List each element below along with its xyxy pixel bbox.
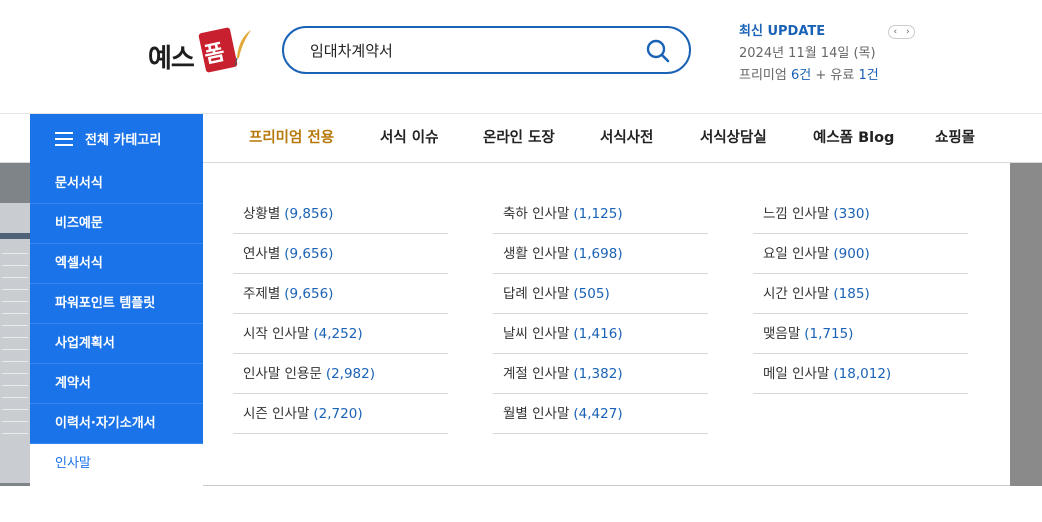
submenu-label: 시간 인사말 [763,286,830,302]
submenu-item[interactable]: 월별 인사말 (4,427) [493,394,708,434]
submenu-label: 날씨 인사말 [503,326,570,342]
background-page-right [1010,163,1042,486]
submenu-label: 시작 인사말 [243,326,310,342]
update-title: 최신 UPDATE [739,24,826,39]
submenu-label: 인사말 인용문 [243,366,322,382]
hamburger-menu-icon [55,131,73,146]
submenu-count: (1,125) [573,206,623,222]
submenu-count: (1,715) [804,326,854,342]
latest-update[interactable]: 최신 UPDATE 2024년 11월 14일 (목) 프리미엄 6건 + 유료… [739,22,979,86]
sidebar-item-greetings[interactable]: 인사말 [30,444,203,486]
submenu-label: 축하 인사말 [503,206,570,222]
submenu-panel: 상황별 (9,856) 연사별 (9,656) 주제별 (9,656) 시작 인사말(… [203,163,1010,486]
submenu-column-2: 축하 인사말 (1,125) 생활 인사말 (1,698) 답례 인사말 (505) … [493,194,708,434]
submenu-count: (4,252) [313,326,363,342]
submenu-count: (505) [573,286,610,302]
submenu-item[interactable]: 계절 인사말 (1,382) [493,354,708,394]
submenu-label: 상황별 [243,206,281,222]
submenu-item[interactable]: 연사별 (9,656) [233,234,448,274]
submenu-item[interactable]: 시즌 인사말 (2,720) [233,394,448,434]
nav-form-consult[interactable]: 서식상담실 [700,114,767,163]
sidebar-item-powerpoint[interactable]: 파워포인트 템플릿 [30,284,203,324]
update-pager: ‹ › [888,25,915,39]
submenu-count: (1,382) [573,366,623,382]
chevron-right-icon[interactable]: › [902,26,915,38]
site-logo[interactable]: 예스 폼 [148,27,254,76]
submenu-label: 요일 인사말 [763,246,830,262]
submenu-label: 주제별 [243,286,281,302]
submenu-count: (1,698) [573,246,623,262]
sidebar-item-contract[interactable]: 계약서 [30,364,203,404]
submenu-item[interactable]: 축하 인사말 (1,125) [493,194,708,234]
submenu-count: (1,416) [573,326,623,342]
submenu-item[interactable]: 맺음말 (1,715) [753,314,968,354]
quill-pen-icon [234,30,251,67]
logo-text: 예스 [148,44,195,74]
nav-premium[interactable]: 프리미엄 전용 [249,114,334,163]
nav-online-stamp[interactable]: 온라인 도장 [483,114,555,163]
submenu-label: 답례 인사말 [503,286,570,302]
sidebar-item-biz-examples[interactable]: 비즈예문 [30,204,203,244]
submenu-label: 월별 인사말 [503,406,570,422]
submenu-item[interactable]: 메일 인사말 (18,012) [753,354,968,394]
submenu-count: (4,427) [573,406,623,422]
background-page-left [0,163,30,486]
nav-blog[interactable]: 예스폼 Blog [813,114,894,163]
submenu-item[interactable]: 상황별 (9,856) [233,194,448,234]
update-paid-count: 1건 [858,68,879,83]
submenu-count: (185) [833,286,870,302]
site-header: 예스 폼 최신 UPDATE 2024년 11월 14일 (목) 프리미엄 6건… [0,0,1042,114]
submenu-column-1: 상황별 (9,856) 연사별 (9,656) 주제별 (9,656) 시작 인사말(… [233,194,448,434]
submenu-item[interactable]: 시작 인사말 (4,252) [233,314,448,354]
search-icon[interactable] [645,38,671,64]
submenu-item[interactable]: 느낌 인사말 (330) [753,194,968,234]
update-count-prefix: 프리미엄 [739,68,791,83]
submenu-label: 계절 인사말 [503,366,570,382]
submenu-label: 시즌 인사말 [243,406,310,422]
update-date: 2024년 11월 14일 (목) [739,46,876,61]
nav-form-issue[interactable]: 서식 이슈 [380,114,438,163]
submenu-label: 메일 인사말 [763,366,830,382]
submenu-item[interactable]: 날씨 인사말 (1,416) [493,314,708,354]
update-count-mid: + 유료 [811,68,859,83]
submenu-item[interactable]: 생활 인사말 (1,698) [493,234,708,274]
submenu-item[interactable]: 요일 인사말 (900) [753,234,968,274]
main-nav: 전체 카테고리 프리미엄 전용 서식 이슈 온라인 도장 서식사전 서식상담실 … [0,114,1042,163]
submenu-count: (900) [833,246,870,262]
submenu-count: (2,982) [325,366,375,382]
sidebar-item-excel[interactable]: 엑셀서식 [30,244,203,284]
search-input[interactable] [310,38,640,62]
submenu-item[interactable]: 주제별 (9,656) [233,274,448,314]
submenu-label: 생활 인사말 [503,246,570,262]
background-screenshot [0,203,30,483]
nav-form-dictionary[interactable]: 서식사전 [600,114,653,163]
submenu-count: (330) [833,206,870,222]
category-sidebar: 문서서식 비즈예문 엑셀서식 파워포인트 템플릿 사업계획서 계약서 이력서·자… [30,163,203,486]
sidebar-item-business-plan[interactable]: 사업계획서 [30,324,203,364]
all-category-label: 전체 카테고리 [85,133,162,148]
update-premium-count: 6건 [790,68,812,83]
submenu-count: (9,656) [284,246,334,262]
chevron-left-icon[interactable]: ‹ [889,26,902,38]
update-count: 프리미엄 6건 + 유료 1건 [739,65,979,86]
all-category-button[interactable]: 전체 카테고리 [30,114,203,163]
search-bar [282,26,691,74]
submenu-count: (2,720) [313,406,363,422]
submenu-item[interactable]: 시간 인사말 (185) [753,274,968,314]
nav-shopping[interactable]: 쇼핑몰 [935,114,975,163]
submenu-count: (18,012) [833,366,892,382]
submenu-count: (9,856) [284,206,334,222]
submenu-label: 맺음말 [763,326,801,342]
submenu-label: 느낌 인사말 [763,206,830,222]
submenu-label: 연사별 [243,246,281,262]
submenu-item[interactable]: 답례 인사말 (505) [493,274,708,314]
sidebar-item-documents[interactable]: 문서서식 [30,163,203,204]
submenu-item[interactable]: 인사말 인용문 (2,982) [233,354,448,394]
sidebar-item-resume[interactable]: 이력서·자기소개서 [30,404,203,444]
submenu-column-3: 느낌 인사말 (330) 요일 인사말 (900) 시간 인사말 (185) 맺음말(… [753,194,968,394]
submenu-count: (9,656) [284,286,334,302]
